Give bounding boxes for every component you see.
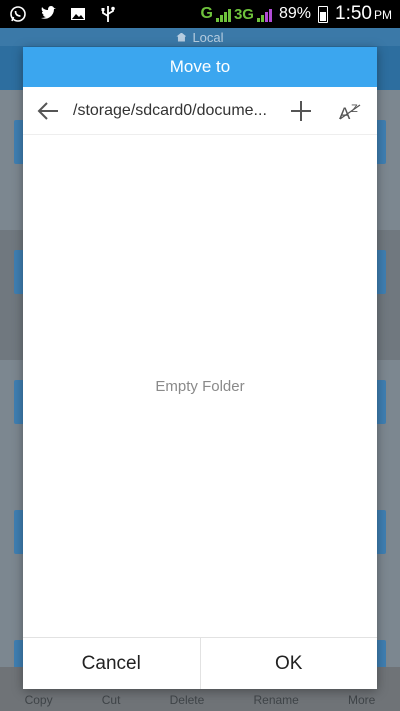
folder-content: Empty Folder xyxy=(23,135,377,637)
new-folder-button[interactable] xyxy=(279,87,323,135)
clock: 1:50 PM xyxy=(335,3,392,25)
delete-action[interactable]: Delete xyxy=(170,693,205,707)
clock-suffix: PM xyxy=(374,8,392,22)
more-action[interactable]: More xyxy=(348,693,375,707)
network-3g-label: 3G xyxy=(233,5,254,23)
path-bar: /storage/sdcard0/docume... AZ xyxy=(23,87,377,135)
home-icon xyxy=(176,32,187,42)
cut-action[interactable]: Cut xyxy=(102,693,121,707)
empty-folder-message: Empty Folder xyxy=(155,377,245,395)
location-title: Local xyxy=(192,29,224,45)
copy-action[interactable]: Copy xyxy=(25,693,53,707)
sort-button[interactable]: AZ xyxy=(323,87,377,135)
clock-time: 1:50 xyxy=(335,3,372,24)
sort-az-icon: AZ xyxy=(339,103,361,122)
ok-button[interactable]: OK xyxy=(199,638,378,689)
arrow-left-icon xyxy=(37,101,58,120)
cancel-button[interactable]: Cancel xyxy=(23,638,200,689)
move-to-dialog: Move to /storage/sdcard0/docume... AZ Em… xyxy=(23,47,377,689)
dialog-buttons: Cancel OK xyxy=(23,637,377,689)
status-bar: G 3G 89% 1:50 PM xyxy=(0,0,400,28)
signal-3g-icon xyxy=(256,6,272,22)
current-path: /storage/sdcard0/docume... xyxy=(73,101,267,119)
battery-icon xyxy=(318,5,329,23)
network-type-label: G xyxy=(200,5,213,22)
rename-action[interactable]: Rename xyxy=(253,693,298,707)
gallery-icon xyxy=(69,5,87,23)
battery-percent: 89% xyxy=(278,5,312,22)
whatsapp-icon xyxy=(9,5,27,23)
app-location-header: Local xyxy=(0,28,400,46)
twitter-icon xyxy=(39,5,57,23)
usb-icon xyxy=(99,5,117,23)
plus-icon xyxy=(291,100,311,121)
back-button[interactable] xyxy=(23,87,73,135)
signal-icon xyxy=(215,6,231,22)
dialog-title: Move to xyxy=(23,47,377,87)
